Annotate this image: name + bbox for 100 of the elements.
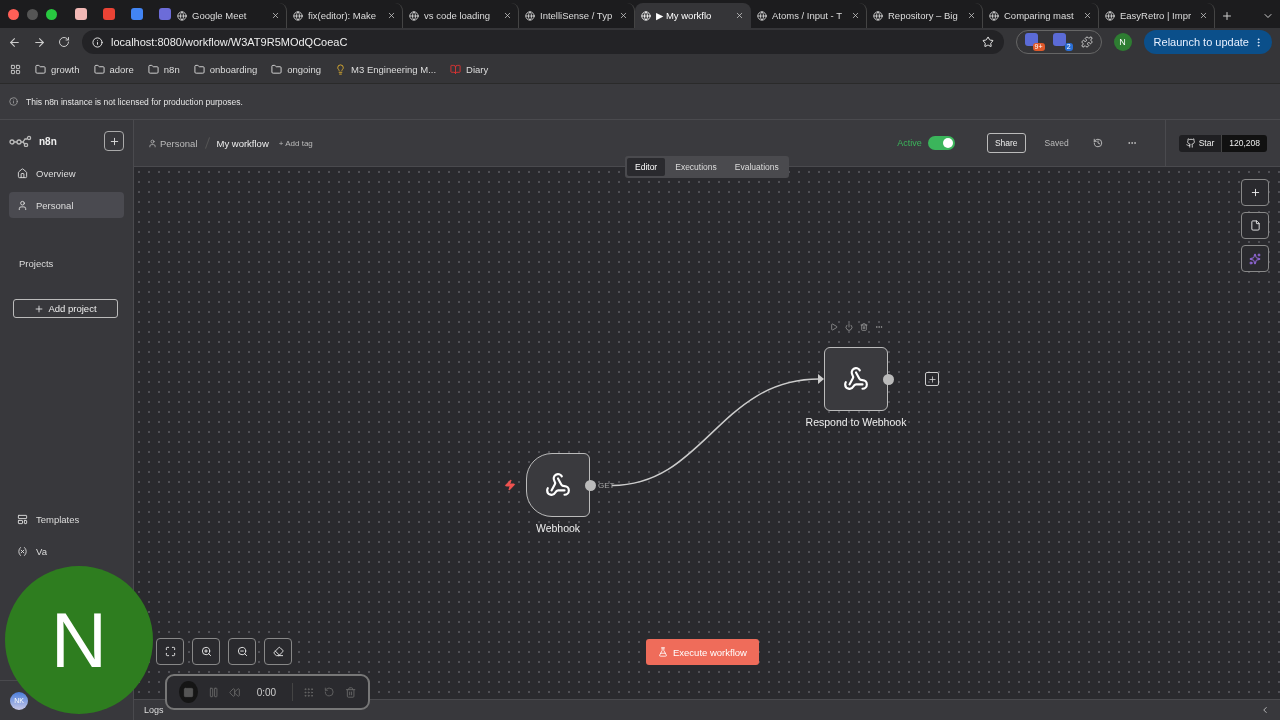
globe-icon (641, 10, 651, 21)
fit-view-button[interactable] (156, 638, 184, 665)
add-tag-link[interactable]: + Add tag (278, 138, 313, 148)
puzzle-icon[interactable] (1080, 36, 1093, 48)
folder-icon (193, 64, 205, 75)
close-tab-button[interactable] (619, 11, 628, 20)
info-icon (92, 36, 103, 48)
bookmark[interactable]: ongoing (271, 64, 322, 75)
plus-icon (108, 135, 120, 147)
bookmark[interactable]: onboarding (193, 64, 258, 75)
bookmark[interactable]: adore (93, 64, 134, 75)
workflow-node[interactable] (824, 347, 888, 411)
pinned-tab-icon[interactable] (159, 8, 171, 20)
apps-icon[interactable] (10, 64, 21, 75)
close-window-button[interactable] (8, 8, 19, 20)
ai-assistant-button[interactable] (1241, 245, 1269, 272)
add-node-button[interactable] (925, 372, 939, 386)
webcam-initial: N (50, 601, 108, 679)
sparkles-icon (1249, 252, 1261, 265)
close-icon (1083, 11, 1092, 20)
plus-icon (1221, 9, 1233, 22)
nav-item[interactable]: Va (9, 538, 124, 564)
zoom-out-button[interactable] (228, 638, 256, 665)
add-node-button[interactable] (1241, 179, 1269, 206)
pinned-tab-icon[interactable] (75, 8, 87, 20)
lightning-icon (504, 479, 516, 491)
close-tab-button[interactable] (271, 11, 280, 20)
bookmark[interactable]: n8n (147, 64, 180, 75)
nav-item[interactable]: Overview (9, 160, 124, 186)
forward-button[interactable] (33, 35, 46, 49)
github-star-button[interactable]: Star (1178, 134, 1222, 152)
folder-icon (93, 64, 105, 75)
zoom-in-button[interactable] (192, 638, 220, 665)
close-tab-button[interactable] (1199, 11, 1208, 20)
project-link[interactable]: Personal (160, 137, 198, 149)
folder-icon (35, 64, 46, 75)
more-icon[interactable] (874, 323, 883, 331)
close-icon (387, 11, 396, 20)
close-tab-button[interactable] (387, 11, 396, 20)
home-icon (17, 167, 28, 179)
globe-icon (1105, 10, 1115, 21)
plus-icon (927, 374, 937, 384)
close-tab-button[interactable] (735, 11, 744, 20)
close-icon (503, 11, 512, 20)
webhook-icon (843, 366, 869, 392)
sticky-note-button[interactable] (1241, 212, 1269, 239)
close-tab-button[interactable] (503, 11, 512, 20)
template-icon (17, 513, 28, 525)
close-tab-button[interactable] (1083, 11, 1092, 20)
node-name: Webhook (535, 522, 581, 534)
reload-button[interactable] (58, 36, 70, 48)
logs-label[interactable]: Logs (144, 705, 164, 715)
add-project-button[interactable]: Add project (13, 299, 118, 318)
nav-item[interactable]: Personal (9, 192, 124, 218)
workflow-node[interactable] (526, 453, 590, 517)
workflow-name[interactable]: My workflow (216, 137, 269, 149)
bookmark[interactable]: Diary (450, 64, 489, 75)
plus-icon (1249, 187, 1261, 198)
share-button[interactable]: Share (986, 133, 1026, 153)
history-button[interactable] (1092, 138, 1103, 148)
book-icon (450, 64, 462, 75)
active-toggle[interactable] (927, 136, 955, 150)
profile-avatar[interactable]: N (1113, 33, 1132, 51)
folder-icon (147, 64, 159, 75)
restart-icon[interactable] (324, 686, 335, 698)
create-button[interactable] (104, 131, 124, 151)
output-port[interactable] (585, 480, 596, 491)
close-icon (271, 11, 280, 20)
back-button[interactable] (8, 35, 21, 49)
bookmark-star-icon[interactable] (981, 36, 994, 48)
output-port[interactable] (883, 374, 894, 385)
browser-tab[interactable]: ▶ My workflo (635, 3, 751, 28)
view-tab[interactable]: Editor (627, 158, 666, 176)
bookmark[interactable]: M3 Engineering M... (335, 64, 437, 75)
close-tab-button[interactable] (851, 11, 860, 20)
view-tab[interactable]: Evaluations (726, 158, 787, 176)
nav-item[interactable]: Templates (9, 506, 124, 532)
bookmark[interactable]: growth (35, 64, 80, 75)
trash-icon[interactable] (859, 323, 868, 331)
variable-icon (17, 545, 28, 557)
relaunch-button[interactable]: Relaunch to update (1143, 30, 1272, 54)
globe-icon (409, 10, 419, 21)
maximize-window-button[interactable] (46, 8, 57, 20)
collapse-button[interactable] (1260, 705, 1270, 715)
view-tab[interactable]: Executions (667, 158, 725, 176)
close-tab-button[interactable] (967, 11, 976, 20)
power-icon[interactable] (844, 323, 853, 331)
file-icon (1249, 220, 1261, 231)
play-icon[interactable] (829, 323, 838, 331)
stop-button[interactable] (179, 681, 199, 703)
history-icon (1092, 138, 1103, 148)
pinned-tab-icon[interactable] (103, 8, 115, 20)
app-name: n8n (39, 135, 57, 147)
pinned-tab-icon[interactable] (131, 8, 143, 20)
address-field[interactable]: localhost:8080/workflow/W3AT9R5MOdQCoeaC (82, 30, 1004, 54)
save-status: Saved (1044, 138, 1069, 148)
info-icon (9, 97, 18, 106)
globe-icon (177, 10, 187, 21)
tidy-up-button[interactable] (264, 638, 292, 665)
active-label: Active (897, 138, 922, 148)
